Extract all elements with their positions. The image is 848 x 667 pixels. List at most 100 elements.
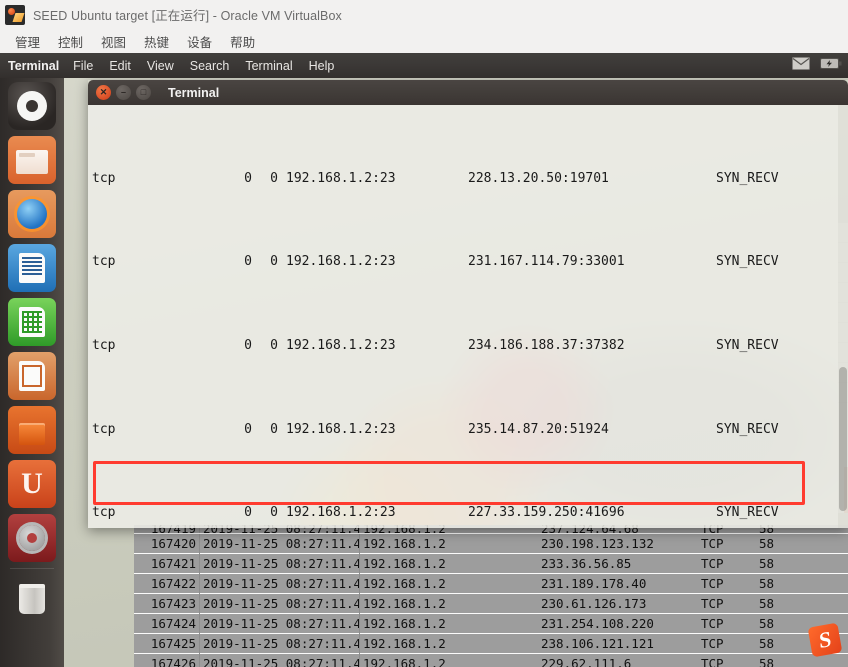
connection-state: SYN_RECV (716, 254, 779, 270)
launcher-item-libreoffice-writer[interactable] (8, 244, 56, 292)
maximize-icon[interactable]: □ (136, 85, 151, 100)
packet-protocol: TCP (701, 555, 724, 571)
local-address: 192.168.1.2:23 (286, 505, 396, 521)
netstat-row: tcp 0 0 192.168.1.2:23 235.14.87.20:51924 SYN… (92, 420, 848, 441)
folder-icon (16, 150, 48, 174)
vbox-menu-control[interactable]: 控制 (49, 30, 92, 53)
packet-dest: 230.61.126.173 (541, 595, 647, 611)
packet-protocol: TCP (701, 575, 724, 591)
launcher-item-files[interactable] (8, 136, 56, 184)
menu-file[interactable]: File (65, 59, 101, 73)
netstat-row: tcp 0 0 192.168.1.2:23 234.186.188.37:37382 S… (92, 336, 848, 357)
packet-time: 2019-11-25 08:27:11.42 (200, 573, 360, 594)
table-row[interactable]: 167424 2019-11-25 08:27:11.42 192.168.1.… (134, 613, 848, 634)
connection-state: SYN_RECV (716, 337, 779, 353)
packet-time: 2019-11-25 08:27:11.42 (200, 653, 360, 667)
scrollbar-thumb[interactable] (839, 367, 847, 512)
terminal-window[interactable]: ✕ – □ Terminal tcp 0 0 192.168.1.2:23 228.13… (88, 80, 848, 528)
virtualbox-titlebar: SEED Ubuntu target [正在运行] - Oracle VM Vi… (0, 0, 848, 29)
table-row[interactable]: 167423 2019-11-25 08:27:11.42 192.168.1.… (134, 593, 848, 614)
send-q: 0 (270, 170, 278, 186)
terminal-body[interactable]: tcp 0 0 192.168.1.2:23 228.13.20.50:19701 SYN… (88, 105, 848, 528)
menu-help[interactable]: Help (301, 59, 343, 73)
proto: tcp (92, 170, 116, 186)
packet-no: 167421 (134, 553, 200, 574)
launcher-item-system-settings[interactable] (8, 514, 56, 562)
packet-time: 2019-11-25 08:27:11.42 (200, 593, 360, 614)
panel-indicators (792, 56, 848, 75)
recv-q: 0 (244, 337, 252, 353)
connection-state: SYN_RECV (716, 505, 779, 521)
launcher-item-ubuntu-software-center[interactable] (8, 406, 56, 454)
launcher-item-libreoffice-impress[interactable] (8, 352, 56, 400)
launcher-item-ubuntu-one[interactable]: U (8, 460, 56, 508)
ubuntu-one-icon: U (21, 467, 43, 500)
launcher-item-libreoffice-calc[interactable] (8, 298, 56, 346)
packet-time: 2019-11-25 08:27:11.42 (200, 633, 360, 654)
close-icon[interactable]: ✕ (96, 85, 111, 100)
terminal-output: tcp 0 0 192.168.1.2:23 228.13.20.50:19701 SYN… (88, 105, 848, 528)
vbox-menu-devices[interactable]: 设备 (178, 30, 221, 53)
vbox-menu-view[interactable]: 视图 (92, 30, 135, 53)
send-q: 0 (270, 254, 278, 270)
envelope-icon[interactable] (792, 56, 810, 75)
virtualbox-menubar: 管理 控制 视图 热键 设备 帮助 (0, 29, 848, 53)
netstat-row: tcp 0 0 192.168.1.2:23 231.167.114.79:33001 S… (92, 252, 848, 273)
terminal-scrollbar[interactable] (838, 105, 848, 528)
table-row[interactable]: 167425 2019-11-25 08:27:11.42 192.168.1.… (134, 633, 848, 654)
launcher-item-ubuntu-dash[interactable] (8, 82, 56, 130)
proto: tcp (92, 254, 116, 270)
table-row[interactable]: 167421 2019-11-25 08:27:11.42 192.168.1.… (134, 553, 848, 574)
netstat-row: tcp 0 0 192.168.1.2:23 227.33.159.250:41696 S… (92, 503, 848, 524)
gear-wrench-icon (19, 525, 45, 551)
packet-source: 192.168.1.2 (363, 595, 446, 611)
packet-source: 192.168.1.2 (363, 615, 446, 631)
connection-state: SYN_RECV (716, 421, 779, 437)
proto: tcp (92, 505, 116, 521)
menu-search[interactable]: Search (182, 59, 238, 73)
screen: SEED Ubuntu target [正在运行] - Oracle VM Vi… (0, 0, 848, 667)
table-row[interactable]: 167426 2019-11-25 08:27:11.42 192.168.1.… (134, 653, 848, 667)
local-address: 192.168.1.2:23 (286, 337, 396, 353)
menu-edit[interactable]: Edit (101, 59, 139, 73)
launcher-divider (10, 568, 54, 569)
recv-q: 0 (244, 505, 252, 521)
proto: tcp (92, 337, 116, 353)
writer-document-icon (19, 253, 45, 283)
sogou-ime-logo[interactable]: S (807, 622, 843, 658)
vbox-menu-hotkeys[interactable]: 热键 (135, 30, 178, 53)
packet-protocol: TCP (701, 615, 724, 631)
recv-q: 0 (244, 170, 252, 186)
menu-view[interactable]: View (139, 59, 182, 73)
unity-launcher: U (0, 78, 64, 667)
launcher-item-firefox[interactable] (8, 190, 56, 238)
recv-q: 0 (244, 421, 252, 437)
send-q: 0 (270, 421, 278, 437)
packet-no: 167425 (134, 633, 200, 654)
packet-source: 192.168.1.2 (363, 655, 446, 667)
vbox-menu-manage[interactable]: 管理 (6, 30, 49, 53)
local-address: 192.168.1.2:23 (286, 170, 396, 186)
packet-no: 167426 (134, 653, 200, 667)
packet-protocol: TCP (701, 535, 724, 551)
packet-length: 58 (759, 655, 775, 667)
packet-no: 167420 (134, 533, 200, 554)
packet-dest: 231.189.178.40 (541, 575, 647, 591)
table-row[interactable]: 167422 2019-11-25 08:27:11.42 192.168.1.… (134, 573, 848, 594)
wireshark-packet-list[interactable]: 167419 2019-11-25 08:27:11.42 192.168.1.… (134, 525, 848, 667)
minimize-icon[interactable]: – (116, 85, 131, 100)
shopping-bag-icon (19, 423, 45, 445)
battery-icon[interactable] (820, 57, 842, 75)
local-address: 192.168.1.2:23 (286, 254, 396, 270)
send-q: 0 (270, 337, 278, 353)
spreadsheet-icon (19, 307, 45, 337)
recv-q: 0 (244, 254, 252, 270)
launcher-item-trash[interactable] (8, 575, 56, 623)
terminal-titlebar[interactable]: ✕ – □ Terminal (88, 80, 848, 105)
terminal-window-title: Terminal (168, 85, 220, 100)
menu-terminal[interactable]: Terminal (237, 59, 300, 73)
packet-protocol: TCP (701, 655, 724, 667)
vbox-menu-help[interactable]: 帮助 (221, 30, 264, 53)
table-row[interactable]: 167420 2019-11-25 08:27:11.42 192.168.1.… (134, 533, 848, 554)
packet-length: 58 (759, 555, 775, 571)
